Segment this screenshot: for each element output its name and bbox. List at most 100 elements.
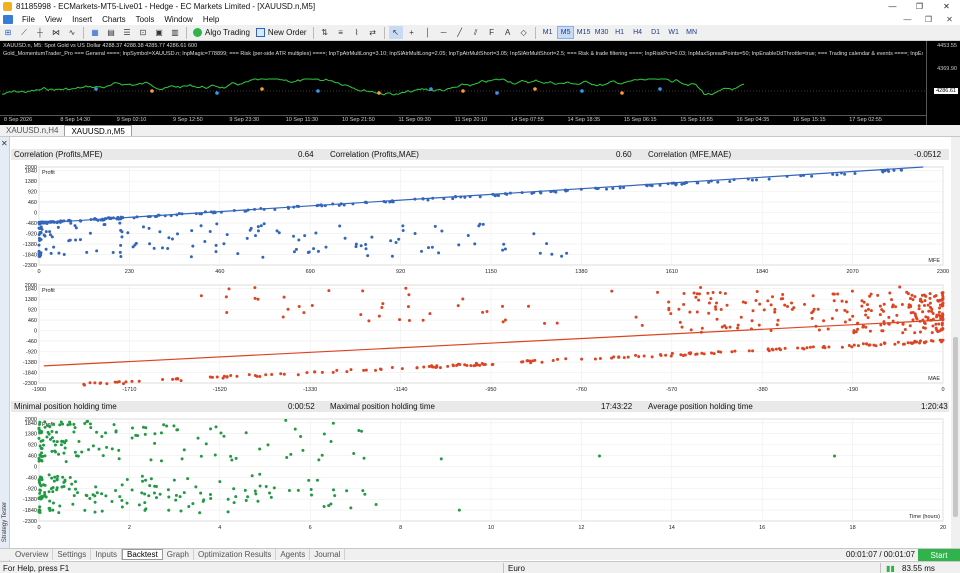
- tab-xauusd-h4[interactable]: XAUUSD.n,H4: [0, 125, 64, 136]
- scatter-point: [480, 361, 484, 365]
- menu-insert[interactable]: Insert: [67, 15, 97, 24]
- line-chart-icon[interactable]: ⟋: [17, 26, 31, 39]
- tab-backtest[interactable]: Backtest: [122, 549, 163, 560]
- crosshair-icon[interactable]: +: [405, 26, 419, 39]
- candlestick-icon[interactable]: ⋈: [49, 26, 63, 39]
- menu-view[interactable]: View: [40, 15, 67, 24]
- chart-restore-icon[interactable]: ❐: [918, 13, 939, 25]
- menu-tools[interactable]: Tools: [131, 15, 160, 24]
- tab-optimization-results[interactable]: Optimization Results: [194, 549, 277, 560]
- tab-overview[interactable]: Overview: [11, 549, 54, 560]
- menu-window[interactable]: Window: [159, 15, 197, 24]
- scatter-point: [73, 426, 77, 430]
- menu-charts[interactable]: Charts: [97, 15, 131, 24]
- time-label: 9 Sep 12:50: [173, 117, 203, 123]
- scatter-point: [149, 477, 153, 481]
- tester-icon[interactable]: ▥: [168, 26, 182, 39]
- profiles-icon[interactable]: ▤: [104, 26, 118, 39]
- scrollbar-thumb[interactable]: [953, 337, 958, 517]
- timeframe-h1[interactable]: H1: [611, 26, 628, 39]
- new-order-button[interactable]: New Order: [253, 26, 310, 39]
- scatter-point: [869, 292, 873, 296]
- scatter-point: [485, 310, 489, 314]
- scatter-point: [256, 229, 260, 233]
- scatter-point: [59, 443, 63, 447]
- close-icon[interactable]: ✕: [933, 0, 960, 13]
- market-watch-icon[interactable]: ☰: [120, 26, 134, 39]
- depth-icon[interactable]: ≡: [334, 26, 348, 39]
- scatter-point: [913, 331, 917, 335]
- fibo-icon[interactable]: F: [485, 26, 499, 39]
- timeframe-h4[interactable]: H4: [629, 26, 646, 39]
- line-icon[interactable]: ∿: [65, 26, 79, 39]
- scatter-point: [58, 423, 62, 427]
- scatter-point: [51, 508, 55, 512]
- scatter-point: [446, 364, 450, 368]
- title-bar: 81185998 - ECMarkets-MT5-Live01 - Hedge …: [0, 0, 960, 13]
- text-icon[interactable]: A: [501, 26, 515, 39]
- tab-inputs[interactable]: Inputs: [91, 549, 123, 560]
- navigator-icon[interactable]: ⊡: [136, 26, 150, 39]
- time-label: 16 Sep 15:15: [792, 117, 826, 123]
- timeframe-m15[interactable]: M15: [575, 26, 592, 39]
- tab-settings[interactable]: Settings: [53, 549, 92, 560]
- horizontal-line-icon[interactable]: ─: [437, 26, 451, 39]
- chart-type-icon[interactable]: ⊞: [1, 26, 15, 39]
- corr-mfe-mae-value: -0.0512: [914, 150, 942, 159]
- chart-window-icon[interactable]: [3, 14, 13, 24]
- scatter-point: [77, 439, 81, 443]
- scatter-point: [397, 237, 401, 241]
- signal-icon[interactable]: ⌇: [350, 26, 364, 39]
- scatter-point: [234, 456, 238, 460]
- start-button[interactable]: Start: [918, 549, 960, 561]
- chart-shift-icon[interactable]: ⇄: [366, 26, 380, 39]
- tester-close-icon[interactable]: ✕: [1, 139, 8, 148]
- scatter-point: [57, 452, 61, 456]
- channel-icon[interactable]: ⫽: [469, 26, 483, 39]
- tester-scrollbar[interactable]: [951, 137, 960, 548]
- scatter-point: [40, 496, 44, 500]
- minimize-icon[interactable]: —: [879, 0, 906, 13]
- shapes-icon[interactable]: ◇: [517, 26, 531, 39]
- menu-file[interactable]: File: [17, 15, 40, 24]
- vertical-line-icon[interactable]: │: [421, 26, 435, 39]
- scatter-point: [832, 299, 836, 303]
- timeframe-m30[interactable]: M30: [593, 26, 610, 39]
- one-click-icon[interactable]: ⇅: [318, 26, 332, 39]
- scatter-point: [378, 367, 382, 371]
- terminal-icon[interactable]: ▣: [152, 26, 166, 39]
- scatter-point: [45, 435, 49, 439]
- scatter-point: [159, 459, 163, 463]
- scatter-point: [694, 352, 698, 356]
- scatter-point: [67, 487, 71, 491]
- restore-icon[interactable]: ❐: [906, 0, 933, 13]
- trendline-icon[interactable]: ╱: [453, 26, 467, 39]
- chart-minimize-icon[interactable]: —: [897, 13, 918, 25]
- algo-trading-button[interactable]: Algo Trading: [190, 26, 253, 39]
- timeframe-m5[interactable]: M5: [557, 26, 575, 39]
- scatter-point: [53, 475, 57, 479]
- scatter-point: [525, 359, 529, 363]
- bar-chart-icon[interactable]: ┼: [33, 26, 47, 39]
- scatter-point: [83, 508, 87, 512]
- scatter-point: [40, 455, 44, 459]
- scatter-point: [309, 487, 313, 491]
- menu-help[interactable]: Help: [198, 15, 224, 24]
- timeframe-w1[interactable]: W1: [665, 26, 682, 39]
- new-chart-icon[interactable]: ▦: [88, 26, 102, 39]
- tab-journal[interactable]: Journal: [310, 549, 346, 560]
- scatter-point: [125, 501, 129, 505]
- tab-graph[interactable]: Graph: [163, 549, 194, 560]
- timeframe-d1[interactable]: D1: [647, 26, 664, 39]
- corr-profits-mae-value: 0.60: [616, 150, 632, 159]
- trade-marker: [580, 89, 584, 93]
- tab-agents[interactable]: Agents: [276, 549, 311, 560]
- cursor-icon[interactable]: ↖: [388, 26, 403, 39]
- price-chart[interactable]: XAUUSD.n, M5: Spot Gold vs US Dollar 428…: [0, 41, 960, 125]
- timeframe-m1[interactable]: M1: [539, 26, 556, 39]
- chart-close-icon[interactable]: ✕: [939, 13, 960, 25]
- tab-xauusd-m5[interactable]: XAUUSD.n,M5: [64, 125, 132, 136]
- scatter-point: [774, 347, 778, 351]
- scatter-point: [97, 447, 101, 451]
- timeframe-mn[interactable]: MN: [683, 26, 700, 39]
